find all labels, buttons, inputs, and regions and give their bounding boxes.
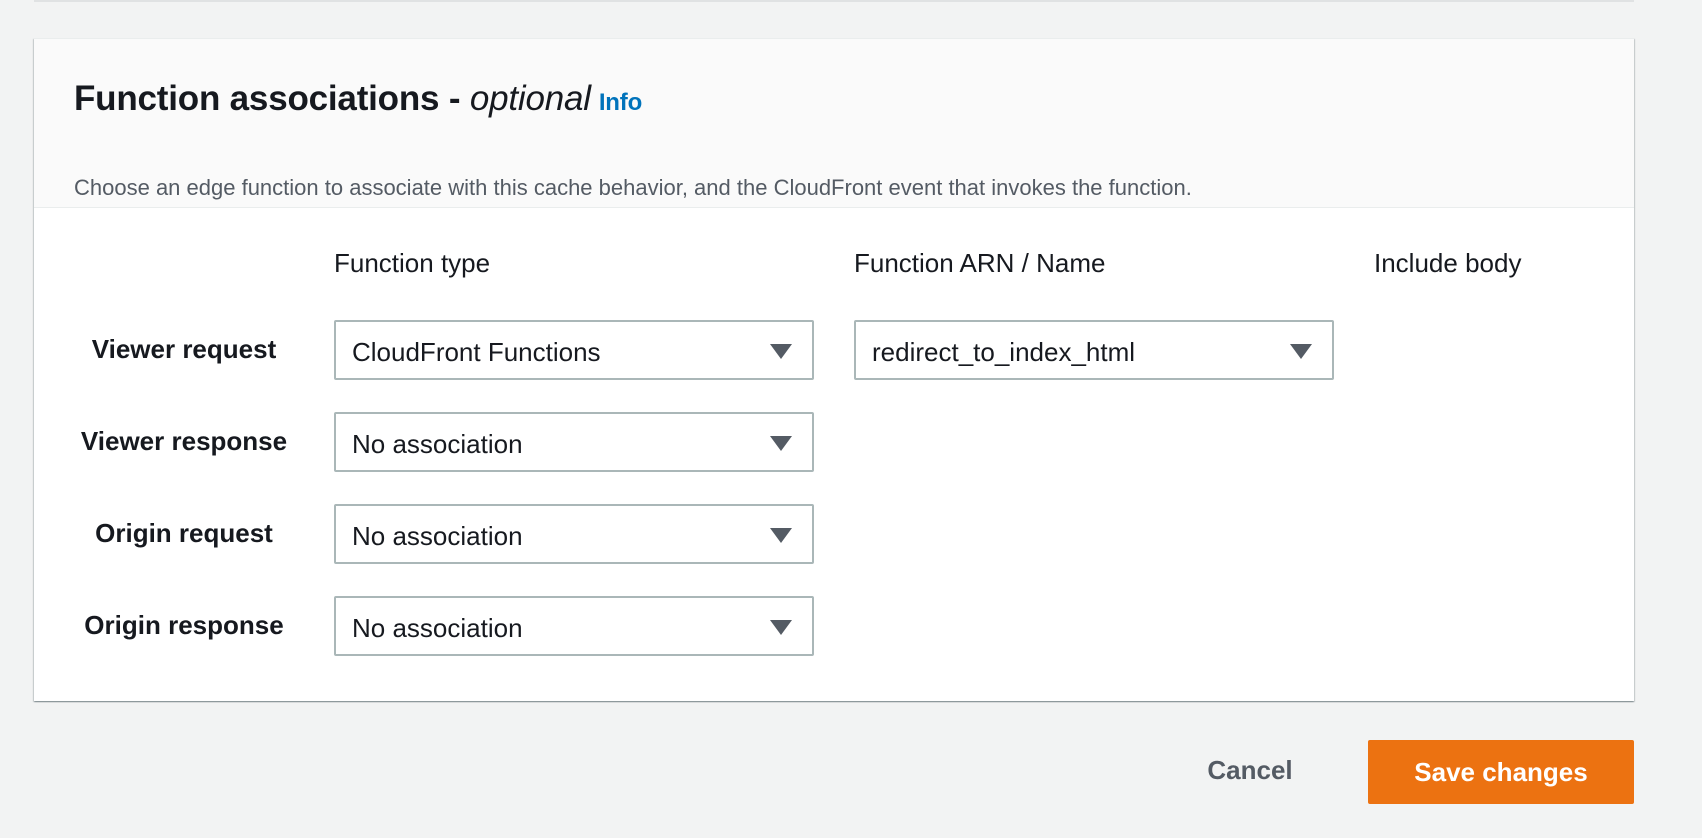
column-header-function-arn: Function ARN / Name xyxy=(854,248,1106,278)
save-changes-button[interactable]: Save changes xyxy=(1368,740,1634,804)
cancel-button[interactable]: Cancel xyxy=(1190,740,1310,800)
panel-description: Choose an edge function to associate wit… xyxy=(74,175,1192,200)
row-label-viewer-request: Viewer request xyxy=(91,334,277,364)
top-divider xyxy=(34,0,1634,2)
panel-title-text: Function associations xyxy=(74,79,440,118)
caret-down-icon xyxy=(770,436,792,451)
row-label-origin-response: Origin response xyxy=(84,610,284,640)
panel-title-dash: - xyxy=(439,79,470,118)
panel-title: Function associations - optional Info xyxy=(74,79,642,119)
select-value: CloudFront Functions xyxy=(352,337,601,367)
panel-header: Function associations - optional Info Cho… xyxy=(34,39,1634,208)
origin-response-function-type-select[interactable]: No association xyxy=(334,596,814,656)
row-label-viewer-response: Viewer response xyxy=(80,426,288,456)
row-label-origin-request: Origin request xyxy=(95,518,273,548)
caret-down-icon xyxy=(1290,344,1312,359)
function-associations-panel: Function associations - optional Info Cho… xyxy=(34,38,1634,701)
caret-down-icon xyxy=(770,528,792,543)
select-value: No association xyxy=(352,429,523,459)
viewer-request-function-arn-select[interactable]: redirect_to_index_html xyxy=(854,320,1334,380)
column-header-include-body: Include body xyxy=(1374,248,1522,278)
caret-down-icon xyxy=(770,620,792,635)
info-link[interactable]: Info xyxy=(599,89,642,116)
origin-request-function-type-select[interactable]: No association xyxy=(334,504,814,564)
caret-down-icon xyxy=(770,344,792,359)
select-value: No association xyxy=(352,613,523,643)
viewer-response-function-type-select[interactable]: No association xyxy=(334,412,814,472)
panel-title-optional: optional xyxy=(469,79,591,118)
select-value: No association xyxy=(352,521,523,551)
column-header-function-type: Function type xyxy=(334,248,491,278)
select-value: redirect_to_index_html xyxy=(872,337,1136,367)
viewer-request-function-type-select[interactable]: CloudFront Functions xyxy=(334,320,814,380)
